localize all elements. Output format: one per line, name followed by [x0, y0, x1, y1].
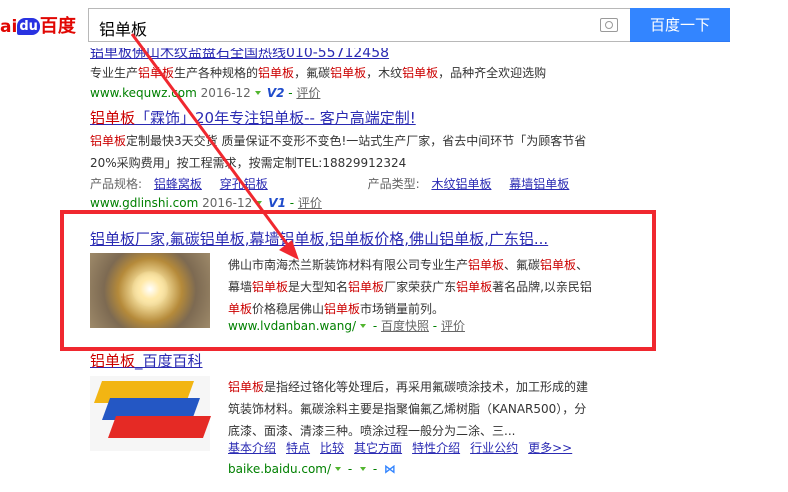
logo-text: ai: [0, 17, 18, 37]
baike-link[interactable]: 其它方面: [354, 441, 402, 455]
baike-link[interactable]: 比较: [320, 441, 344, 455]
spec-link[interactable]: 铝蜂窝板: [154, 177, 202, 191]
result-title[interactable]: 铝单板「霖饰」20年专注铝单板-- 客户高端定制!: [90, 107, 586, 128]
spec-link[interactable]: 穿孔铝板: [220, 177, 268, 191]
result-baike: 铝单板_百度百科: [90, 350, 203, 371]
logo-cn: 百度: [39, 16, 76, 37]
bowtie-icon[interactable]: ⋈: [384, 462, 396, 476]
result-url: baike.baidu.com/ - - ⋈: [228, 462, 396, 476]
baike-link[interactable]: 特点: [286, 441, 310, 455]
result-desc: 专业生产铝单板生产各种规格的铝单板，氟碳铝单板，木纹铝单板，品种齐全欢迎选购: [90, 66, 547, 80]
v-badge[interactable]: V1: [268, 196, 286, 210]
dropdown-icon[interactable]: [335, 467, 342, 471]
baike-link[interactable]: 更多>>: [528, 441, 572, 455]
result-title[interactable]: 铝单板_百度百科: [90, 350, 203, 371]
dropdown-icon[interactable]: [360, 467, 367, 471]
dropdown-icon[interactable]: [256, 201, 263, 205]
url-link[interactable]: baike.baidu.com/: [228, 462, 331, 476]
rating-link[interactable]: 评价: [298, 196, 322, 210]
result-desc-2: 20%采购费用」按工程需求，按需定制TEL:18829912324: [90, 156, 407, 170]
panels-thumbnail[interactable]: [90, 376, 212, 451]
v-badge[interactable]: V2: [267, 86, 285, 100]
result-specs: 产品规格: 铝蜂窝板 穿孔铝板 产品类型: 木纹铝单板 幕墙铝单板: [90, 177, 570, 191]
search-button[interactable]: 百度一下: [630, 8, 730, 42]
search-header: ai du 百度 铝单板 百度一下: [0, 0, 788, 48]
spec-link[interactable]: 幕墙铝单板: [509, 177, 569, 191]
camera-icon[interactable]: [600, 18, 618, 32]
result-kequwz: 专业生产铝单板生产各种规格的铝单板，氟碳铝单板，木纹铝单板，品种齐全欢迎选购 w…: [90, 62, 546, 102]
search-query: 铝单板: [99, 20, 148, 39]
baidu-logo[interactable]: ai du 百度: [0, 12, 82, 38]
rating-link[interactable]: 评价: [296, 86, 320, 100]
spec-link[interactable]: 木纹铝单板: [431, 177, 491, 191]
result-snippet: 铝单板是指经过铬化等处理后，再采用氟碳喷涂技术，加工形成的建 筑装饰材料。氟碳涂…: [228, 380, 589, 438]
panel-red: [107, 416, 212, 438]
result-url: www.kequwz.com 2016-12 V2 - 评价: [90, 86, 321, 100]
baike-link[interactable]: 行业公约: [470, 441, 518, 455]
baike-links: 基本介绍 特点 比较 其它方面 特性介绍 行业公约 更多>>: [228, 439, 582, 456]
result-desc: 铝单板定制最快3天交货 质量保证不变形不变色!一站式生产厂家，省去中间环节「为顾…: [90, 134, 587, 148]
highlight-box: [60, 210, 656, 351]
url-link[interactable]: www.kequwz.com: [90, 86, 197, 100]
logo-paw: du: [17, 18, 40, 35]
search-input[interactable]: 铝单板: [88, 8, 630, 42]
dropdown-icon[interactable]: [254, 91, 261, 95]
baike-link[interactable]: 基本介绍: [228, 441, 276, 455]
result-gdlinshi: 铝单板「霖饰」20年专注铝单板-- 客户高端定制! 铝单板定制最快3天交货 质量…: [90, 107, 586, 212]
url-link[interactable]: www.gdlinshi.com: [90, 196, 198, 210]
baike-link[interactable]: 特性介绍: [412, 441, 460, 455]
